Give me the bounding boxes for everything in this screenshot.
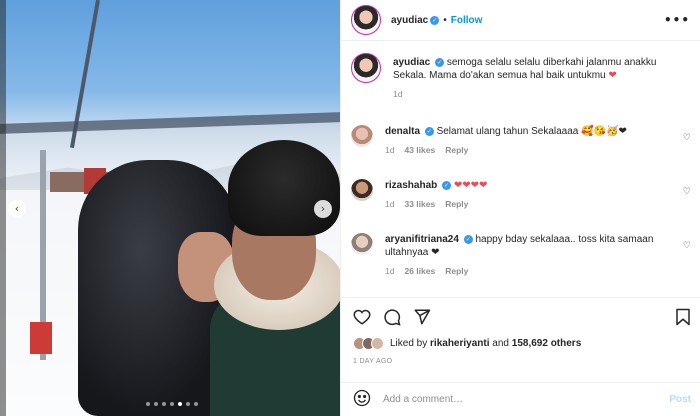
heart-icon[interactable]: ♡ — [683, 187, 691, 197]
comment-avatar[interactable] — [351, 125, 373, 147]
heart-icon[interactable]: ♡ — [683, 241, 691, 251]
comment-input[interactable]: Add a comment… — [383, 394, 669, 405]
reply-button[interactable]: Reply — [445, 144, 468, 157]
photo-lift-tower-base — [30, 322, 52, 354]
caption-text: semoga selalu selalu diberkahi jalanmu a… — [393, 57, 657, 81]
comment-username[interactable]: denalta — [385, 126, 420, 137]
post-button[interactable]: Post — [669, 394, 691, 405]
carousel-dot — [154, 402, 158, 406]
comments-list: ayudiac ✓ semoga selalu selalu diberkahi… — [341, 41, 700, 297]
verified-icon: ✓ — [435, 57, 445, 67]
share-icon[interactable] — [413, 308, 431, 326]
comment-time[interactable]: 1d — [385, 265, 394, 278]
list-item: aryanifitriana24 ✓ happy bday sekalaaa..… — [351, 233, 691, 285]
carousel-dot — [194, 402, 198, 406]
likes-prefix: Liked by — [390, 338, 428, 349]
post-side-panel: ayudiac ✓ • Follow ••• ayudiac ✓ semoga … — [340, 0, 700, 416]
comment-time[interactable]: 1d — [385, 144, 394, 157]
heart-icon[interactable]: ♡ — [683, 133, 691, 143]
verified-icon: ✓ — [424, 126, 434, 136]
emoji-icon[interactable] — [353, 389, 371, 410]
caption-username[interactable]: ayudiac — [393, 57, 430, 68]
comment-text: ❤❤❤❤ — [453, 180, 488, 191]
chevron-right-icon[interactable]: › — [314, 200, 332, 218]
comment-likes[interactable]: 43 likes — [404, 144, 435, 157]
carousel-dot — [162, 402, 166, 406]
heart-icon[interactable] — [353, 308, 371, 326]
likes-conj: and — [492, 338, 509, 349]
caption-time[interactable]: 1d — [393, 88, 402, 101]
comment-username[interactable]: aryanifitriana24 — [385, 234, 459, 245]
follow-button[interactable]: Follow — [451, 15, 483, 26]
reply-button[interactable]: Reply — [445, 198, 468, 211]
reply-button[interactable]: Reply — [445, 265, 468, 278]
liker-username[interactable]: rikaheriyanti — [430, 338, 489, 349]
carousel-dot — [146, 402, 150, 406]
photo-mother-beanie — [228, 140, 340, 236]
caption-avatar[interactable] — [351, 53, 381, 83]
more-options-icon[interactable]: ••• — [664, 13, 690, 27]
action-bar: Liked by rikaheriyanti and 158,692 other… — [341, 297, 700, 365]
list-item: denalta ✓ Selamat ulang tahun Sekalaaaa … — [351, 125, 691, 177]
caption-heart-emoji: ❤ — [608, 70, 617, 81]
list-item: rizashahab ✓ ❤❤❤❤ 1d 33 likes Reply ♡ — [351, 179, 691, 231]
carousel-dot — [186, 402, 190, 406]
comment-avatar[interactable] — [351, 179, 373, 201]
add-comment-bar: Add a comment… Post — [341, 382, 700, 416]
verified-icon: ✓ — [463, 234, 473, 244]
separator: • — [443, 14, 447, 26]
liker-avatars — [353, 337, 384, 350]
carousel-dot — [178, 402, 182, 406]
post-header: ayudiac ✓ • Follow ••• — [341, 0, 700, 41]
comment-avatar[interactable] — [351, 233, 373, 255]
header-username[interactable]: ayudiac — [391, 15, 428, 26]
avatar[interactable] — [351, 5, 381, 35]
photo-gondola-edge — [0, 0, 6, 416]
verified-icon: ✓ — [442, 180, 452, 190]
comment-icon[interactable] — [383, 308, 401, 326]
verified-icon: ✓ — [430, 15, 440, 25]
avatar — [371, 337, 384, 350]
caption: ayudiac ✓ semoga selalu selalu diberkahi… — [351, 53, 691, 123]
comment-time[interactable]: 1d — [385, 198, 394, 211]
comment-text: Selamat ulang tahun Sekalaaaa 🥰😘🥳❤ — [436, 126, 627, 137]
likes-count[interactable]: 158,692 others — [512, 338, 582, 349]
comment-likes[interactable]: 26 likes — [404, 265, 435, 278]
post-photo[interactable]: ‹ › — [0, 0, 340, 416]
chevron-left-icon[interactable]: ‹ — [8, 200, 26, 218]
post-date[interactable]: 1 DAY AGO — [353, 358, 691, 365]
comment-username[interactable]: rizashahab — [385, 180, 437, 191]
carousel-dots — [146, 402, 198, 406]
bookmark-icon[interactable] — [675, 308, 691, 326]
likes-summary: Liked by rikaheriyanti and 158,692 other… — [353, 337, 691, 350]
comment-likes[interactable]: 33 likes — [404, 198, 435, 211]
carousel-dot — [170, 402, 174, 406]
